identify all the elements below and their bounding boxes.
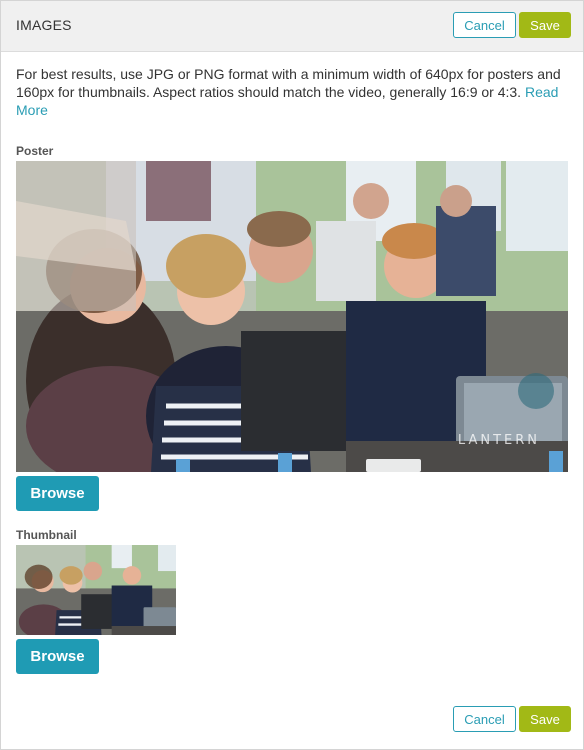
footer-cancel-button[interactable]: Cancel [453, 706, 516, 732]
intro-description: For best results, use JPG or PNG format … [16, 66, 561, 100]
thumbnail-label: Thumbnail [16, 528, 77, 542]
header-cancel-button[interactable]: Cancel [453, 12, 516, 38]
images-panel: IMAGES Cancel Save For best results, use… [0, 0, 584, 750]
poster-browse-button[interactable]: Browse [16, 476, 99, 511]
footer-save-button[interactable]: Save [519, 706, 571, 732]
poster-image: LANTERN [16, 161, 568, 472]
thumbnail-image [16, 545, 176, 635]
panel-title: IMAGES [16, 17, 72, 33]
thumbnail-photo [16, 545, 176, 635]
poster-label: Poster [16, 144, 54, 158]
panel-header: IMAGES Cancel Save [1, 1, 583, 52]
thumbnail-browse-button[interactable]: Browse [16, 639, 99, 674]
poster-watermark: LANTERN [457, 433, 540, 448]
intro-text: For best results, use JPG or PNG format … [16, 65, 568, 119]
header-save-button[interactable]: Save [519, 12, 571, 38]
poster-photo [16, 161, 568, 472]
